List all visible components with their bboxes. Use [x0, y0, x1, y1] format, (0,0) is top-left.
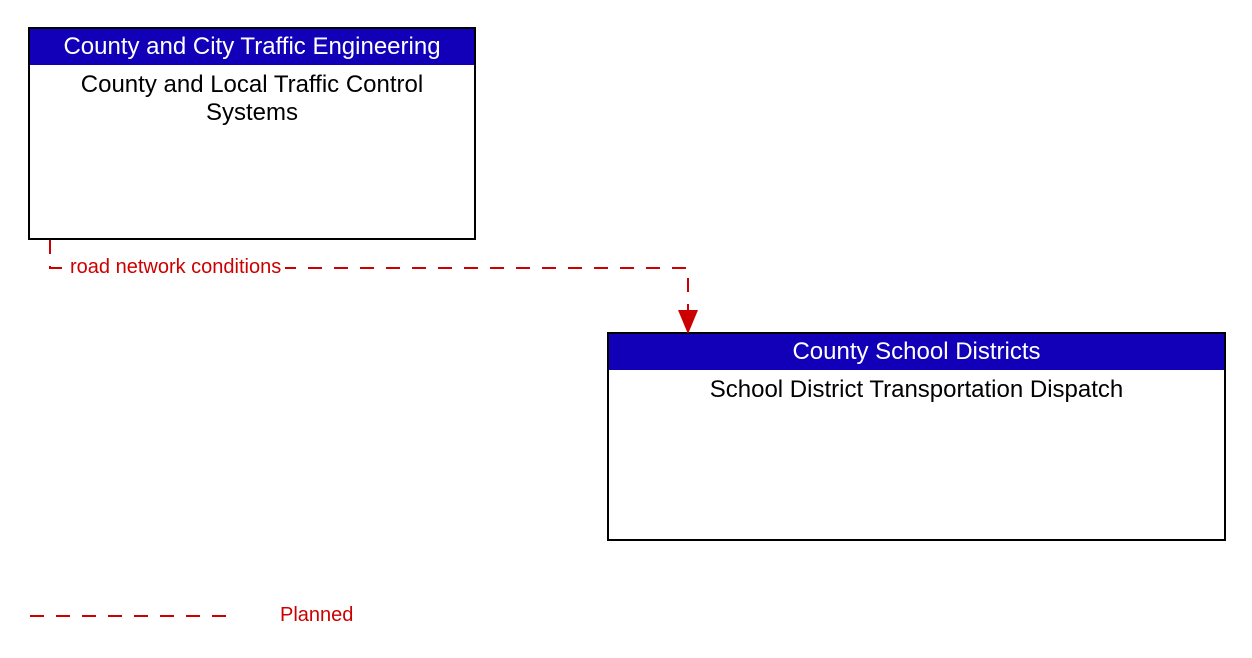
- entity-box-top: County and City Traffic Engineering Coun…: [28, 27, 476, 240]
- entity-body-top: County and Local Traffic Control Systems: [30, 65, 474, 133]
- flow-label: road network conditions: [66, 256, 285, 279]
- entity-header-top: County and City Traffic Engineering: [30, 29, 474, 65]
- entity-box-bottom: County School Districts School District …: [607, 332, 1226, 541]
- entity-header-bottom: County School Districts: [609, 334, 1224, 370]
- legend-label-planned: Planned: [280, 604, 353, 627]
- entity-body-bottom: School District Transportation Dispatch: [609, 370, 1224, 410]
- flow-arrow: [50, 240, 688, 330]
